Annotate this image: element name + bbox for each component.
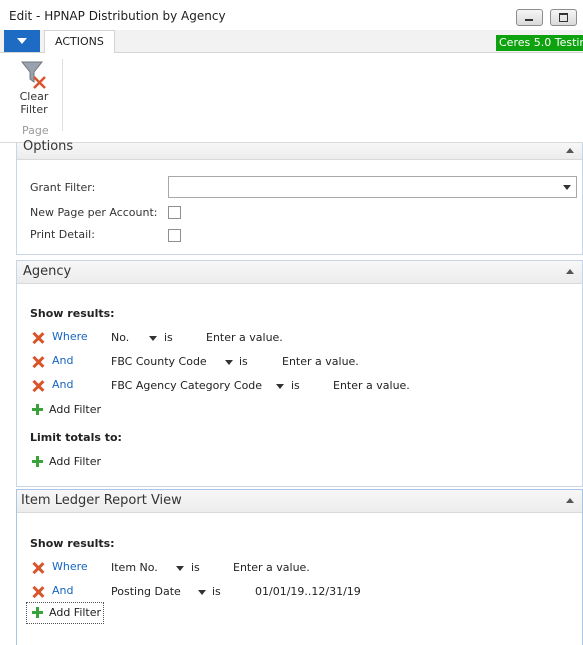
filter-conjunction[interactable]: And — [52, 584, 73, 597]
remove-filter-icon[interactable] — [32, 356, 44, 368]
show-results-label: Show results: — [30, 537, 115, 550]
tab-actions[interactable]: ACTIONS — [44, 30, 115, 53]
filter-field[interactable]: Posting Date — [111, 585, 181, 598]
agency-fasttab: Agency Show results: Where No. is Enter … — [16, 260, 583, 487]
filter-field[interactable]: FBC Agency Category Code — [111, 379, 262, 392]
ribbon-group-divider — [62, 59, 63, 131]
clear-filter-label-2: Filter — [20, 103, 48, 116]
maximize-button[interactable] — [550, 9, 577, 26]
filter-conjunction[interactable]: Where — [52, 330, 88, 343]
collapse-icon[interactable] — [566, 148, 574, 153]
show-results-label: Show results: — [30, 307, 115, 320]
chevron-down-icon[interactable] — [276, 384, 284, 389]
grant-filter-label: Grant Filter: — [30, 181, 96, 194]
filter-conjunction[interactable]: And — [52, 354, 73, 367]
item-ledger-header[interactable]: Item Ledger Report View — [17, 490, 582, 513]
collapse-icon[interactable] — [566, 498, 574, 503]
filter-operator: is — [191, 561, 200, 574]
print-detail-label: Print Detail: — [30, 228, 95, 241]
filter-value[interactable]: Enter a value. — [206, 331, 283, 344]
add-filter-link[interactable]: Add Filter — [49, 403, 101, 416]
filter-field[interactable]: Item No. — [111, 561, 158, 574]
grant-filter-field[interactable] — [168, 176, 577, 198]
add-filter-link[interactable]: Add Filter — [49, 455, 101, 468]
add-filter-button[interactable]: Add Filter — [26, 602, 104, 624]
add-filter-icon — [32, 607, 43, 618]
remove-filter-icon[interactable] — [32, 380, 44, 392]
options-fasttab: Options Grant Filter: New Page per Accou… — [16, 139, 583, 255]
ribbon: Clear Filter Page — [0, 53, 583, 143]
new-page-checkbox[interactable] — [168, 206, 181, 219]
add-filter-icon[interactable] — [32, 456, 43, 467]
remove-filter-icon[interactable] — [32, 586, 44, 598]
agency-title: Agency — [23, 264, 72, 279]
chevron-down-icon — [563, 185, 571, 190]
clear-filter-label-1: Clear — [19, 90, 49, 103]
print-detail-checkbox[interactable] — [168, 229, 181, 242]
filter-field[interactable]: No. — [111, 331, 129, 344]
application-menu-button[interactable] — [4, 30, 40, 52]
options-title: Options — [23, 139, 74, 154]
remove-filter-icon[interactable] — [32, 332, 44, 344]
window-title: Edit - HPNAP Distribution by Agency — [9, 9, 226, 23]
filter-operator: is — [212, 585, 221, 598]
ribbon-group-label: Page — [22, 124, 49, 137]
ribbon-tab-bar: ACTIONS Ceres 5.0 Testing — [0, 30, 583, 53]
chevron-down-icon[interactable] — [225, 360, 233, 365]
filter-value[interactable]: Enter a value. — [233, 561, 310, 574]
clear-filter-button[interactable]: Clear Filter — [14, 58, 54, 116]
new-page-label: New Page per Account: — [30, 206, 158, 219]
filter-value[interactable]: Enter a value. — [282, 355, 359, 368]
minimize-button[interactable] — [516, 9, 543, 26]
chevron-down-icon[interactable] — [149, 336, 157, 341]
remove-filter-icon[interactable] — [32, 562, 44, 574]
filter-conjunction[interactable]: Where — [52, 560, 88, 573]
filter-operator: is — [164, 331, 173, 344]
filter-value[interactable]: Enter a value. — [333, 379, 410, 392]
agency-header[interactable]: Agency — [17, 261, 582, 284]
environment-badge: Ceres 5.0 Testing — [496, 35, 583, 51]
filter-operator: is — [239, 355, 248, 368]
filter-field[interactable]: FBC County Code — [111, 355, 207, 368]
clear-filter-icon — [19, 58, 49, 90]
add-filter-icon[interactable] — [32, 404, 43, 415]
item-ledger-fasttab: Item Ledger Report View Show results: Wh… — [16, 489, 583, 645]
collapse-icon[interactable] — [566, 269, 574, 274]
title-bar: Edit - HPNAP Distribution by Agency — [0, 0, 583, 30]
options-header[interactable]: Options — [17, 139, 582, 160]
filter-conjunction[interactable]: And — [52, 378, 73, 391]
filter-operator: is — [291, 379, 300, 392]
limit-totals-label: Limit totals to: — [30, 431, 122, 444]
filter-value[interactable]: 01/01/19..12/31/19 — [255, 585, 361, 598]
item-ledger-title: Item Ledger Report View — [21, 493, 182, 508]
chevron-down-icon[interactable] — [176, 566, 184, 571]
add-filter-link[interactable]: Add Filter — [49, 606, 101, 619]
chevron-down-icon[interactable] — [198, 590, 206, 595]
